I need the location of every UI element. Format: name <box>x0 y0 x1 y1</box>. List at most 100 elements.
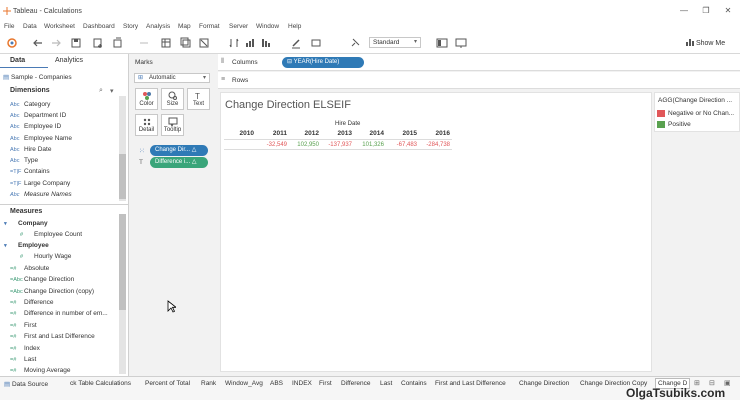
swap-rows-columns-icon[interactable] <box>228 37 240 49</box>
year-hire-date-pill[interactable]: ⊟ YEAR(Hire Date) <box>282 57 364 68</box>
datasource-item[interactable]: ▤ Sample - Companies <box>3 73 125 83</box>
show-me-button[interactable]: Show Me <box>686 38 725 47</box>
table-cell[interactable]: 101,326 <box>352 142 384 148</box>
highlight-icon[interactable] <box>290 37 302 49</box>
sheet-tab[interactable]: Rank <box>201 380 216 387</box>
legend-label[interactable]: Positive <box>668 121 738 128</box>
field-measure[interactable]: =AbcChange Direction <box>10 275 74 285</box>
field-measure[interactable]: =# Difference <box>10 298 54 308</box>
table-cell[interactable]: -284,738 <box>418 142 450 148</box>
folder-employee[interactable]: ▾ Employee <box>4 241 49 251</box>
save-icon[interactable] <box>70 37 82 49</box>
sort-ascending-icon[interactable] <box>244 37 256 49</box>
field-dimension[interactable]: Abc Type <box>10 156 38 166</box>
field-measure[interactable]: =# Index <box>10 344 40 354</box>
new-datasource-icon[interactable] <box>92 37 104 49</box>
legend-swatch[interactable] <box>657 121 665 128</box>
legend-swatch[interactable] <box>657 110 665 117</box>
legend-label[interactable]: Negative or No Chan... <box>668 110 738 117</box>
duplicate-sheet-icon[interactable] <box>180 37 192 49</box>
sheet-tab[interactable]: Window_Avg <box>225 380 263 387</box>
field-measure[interactable]: =# Moving Average <box>10 366 71 376</box>
show-cards-icon[interactable] <box>436 37 448 49</box>
pause-updates-icon[interactable] <box>112 37 124 49</box>
clear-sheet-icon[interactable] <box>198 37 210 49</box>
redo-icon[interactable] <box>50 37 62 49</box>
size-button[interactable]: Size <box>161 88 184 110</box>
year-header[interactable]: 2014 <box>352 130 384 137</box>
table-cell[interactable]: -67,483 <box>385 142 417 148</box>
field-measure[interactable]: =# First <box>10 321 37 331</box>
menu-map[interactable]: Map <box>178 22 191 32</box>
year-header[interactable]: 2013 <box>320 130 352 137</box>
run-update-icon[interactable] <box>138 37 150 49</box>
text-button[interactable]: T Text <box>187 88 210 110</box>
field-measure[interactable]: # Employee Count <box>20 230 82 240</box>
menu-dashboard[interactable]: Dashboard <box>83 22 115 32</box>
sheet-tab[interactable]: ABS <box>270 380 283 387</box>
minimize-button[interactable]: — <box>678 6 690 16</box>
field-dimension[interactable]: Abc Employee ID <box>10 122 61 132</box>
field-measure[interactable]: # Hourly Wage <box>20 252 71 262</box>
menu-worksheet[interactable]: Worksheet <box>44 22 75 32</box>
rows-shelf[interactable]: ≡ Rows <box>218 72 740 89</box>
table-cell[interactable]: -32,549 <box>255 142 287 148</box>
table-cell[interactable]: 102,950 <box>287 142 319 148</box>
field-dimension[interactable]: Abc Hire Date <box>10 145 51 155</box>
menu-data[interactable]: Data <box>23 22 37 32</box>
sheet-tab[interactable]: Last <box>380 380 392 387</box>
field-dimension[interactable]: Abc Department ID <box>10 111 66 121</box>
view-options-icon[interactable]: ▾ <box>110 87 114 95</box>
sheet-tab[interactable]: Percent of Total <box>145 380 190 387</box>
field-dimension[interactable]: Abc Measure Names <box>10 190 72 200</box>
dimensions-scroll-thumb[interactable] <box>119 154 126 199</box>
columns-shelf[interactable]: ⦀ Columns ⊟ YEAR(Hire Date) <box>218 54 740 71</box>
field-measure[interactable]: =AbcChange Direction (copy) <box>10 287 94 297</box>
sheet-tab[interactable]: Contains <box>401 380 427 387</box>
field-measure[interactable]: =# Difference in number of em... <box>10 309 108 319</box>
folder-company[interactable]: ▾ Company <box>4 219 48 229</box>
sheet-tab[interactable]: First <box>319 380 332 387</box>
field-measure[interactable]: =# Absolute <box>10 264 49 274</box>
detail-button[interactable]: Detail <box>135 114 158 136</box>
menu-server[interactable]: Server <box>229 22 248 32</box>
menu-analysis[interactable]: Analysis <box>146 22 170 32</box>
table-cell[interactable]: -137,937 <box>320 142 352 148</box>
close-button[interactable]: ✕ <box>722 6 734 16</box>
tooltip-button[interactable]: Tooltip <box>161 114 184 136</box>
maximize-button[interactable]: ❐ <box>700 6 712 16</box>
mark-type-dropdown[interactable]: ⊞ Automatic ▾ <box>134 73 210 83</box>
field-measure[interactable]: =# First and Last Difference <box>10 332 95 342</box>
sheet-tab[interactable]: Difference <box>341 380 371 387</box>
group-icon[interactable] <box>310 37 322 49</box>
tab-data[interactable]: Data <box>10 57 25 64</box>
pin-icon[interactable] <box>349 37 361 49</box>
menu-format[interactable]: Format <box>199 22 220 32</box>
field-dimension[interactable]: =T|F Large Company <box>10 179 70 189</box>
menu-file[interactable]: File <box>4 22 14 32</box>
sheet-tab[interactable]: INDEX <box>292 380 312 387</box>
data-source-tab[interactable]: ▤ Data Source <box>4 380 48 388</box>
year-header[interactable]: 2016 <box>418 130 450 137</box>
field-dimension[interactable]: =T|F Contains <box>10 167 50 177</box>
change-direction-pill[interactable]: Change Dir... △ <box>150 145 208 156</box>
menu-window[interactable]: Window <box>256 22 279 32</box>
presentation-mode-icon[interactable] <box>455 37 467 49</box>
sheet-tab[interactable]: ck Table Calculations <box>70 380 131 387</box>
field-dimension[interactable]: Abc Employee Name <box>10 134 72 144</box>
search-icon[interactable]: ⌕ <box>99 87 103 95</box>
color-button[interactable]: Color <box>135 88 158 110</box>
tableau-start-icon[interactable] <box>6 37 18 49</box>
sheet-tab[interactable]: First and Last Difference <box>435 380 506 387</box>
year-header[interactable]: 2011 <box>255 130 287 137</box>
measures-scroll-thumb[interactable] <box>119 214 126 310</box>
fit-dropdown[interactable]: Standard ▾ <box>369 37 421 48</box>
year-header[interactable]: 2012 <box>287 130 319 137</box>
field-dimension[interactable]: Abc Category <box>10 100 50 110</box>
menu-help[interactable]: Help <box>288 22 301 32</box>
sheet-tab[interactable]: Change Direction <box>519 380 569 387</box>
tab-analytics[interactable]: Analytics <box>55 57 83 64</box>
menu-story[interactable]: Story <box>123 22 138 32</box>
field-measure[interactable]: =# Last <box>10 355 36 365</box>
year-header[interactable]: 2015 <box>385 130 417 137</box>
